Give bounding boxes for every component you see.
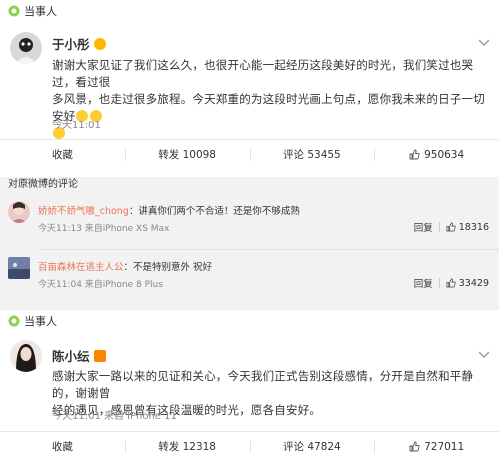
comment-meta: 今天11:04 来自iPhone 8 Plus (38, 280, 163, 290)
comment-section-header: 对原微博的评论 (8, 179, 78, 190)
favorite-label: 收藏 (51, 441, 73, 453)
comment-text: 娇娇不娇气嗷_chong：讲真你们两个不合适！还是你不够成熟 (38, 203, 300, 217)
comment-button[interactable]: 评论 53455 (249, 140, 375, 169)
thumbs-up-icon (446, 222, 456, 232)
chevron-down-icon[interactable] (477, 38, 491, 48)
post-text: 谢谢大家见证了我们这么久，也很开心能一起经历这段美好的时光，我们笑过也哭过，看过… (52, 57, 489, 142)
repost-button[interactable]: 转发 10098 (124, 140, 250, 169)
tag-icon (8, 5, 20, 17)
comment-actions: 回复 33429 (414, 276, 489, 291)
thumbs-up-icon (446, 278, 456, 288)
author-name[interactable]: 陈小纭 (52, 346, 106, 365)
repost-label: 转发 12318 (158, 441, 216, 453)
post-text-line: 感谢大家一路以来的见证和关心，今天我们正式告别这段感情，分开是自然和平静的，谢谢… (52, 369, 474, 400)
like-button[interactable]: 727011 (374, 432, 499, 461)
comment-avatar[interactable] (8, 257, 30, 279)
vip-badge-icon (93, 37, 106, 50)
comment-user[interactable]: 百亩森林在逃主人公 (38, 262, 124, 273)
section-gap (0, 301, 499, 310)
action-bar: 收藏 转发 10098 评论 53455 950634 (0, 139, 499, 169)
like-count: 950634 (424, 148, 465, 161)
post-time: 今天11:01 来自 iPhone 11 (52, 411, 177, 422)
post-tag: 当事人 (0, 0, 499, 22)
repost-label: 转发 10098 (158, 149, 216, 161)
comment-actions: 回复 18316 (414, 220, 489, 235)
divider (438, 278, 440, 288)
like-count: 727011 (424, 440, 465, 453)
divider (38, 249, 499, 250)
comment-label: 评论 53455 (283, 149, 341, 161)
comment-item: 百亩森林在逃主人公：不是特别意外 祝好 今天11:04 来自iPhone 8 P… (0, 253, 499, 299)
reply-button[interactable]: 回复 (414, 220, 433, 234)
comment-label: 评论 47824 (283, 441, 341, 453)
author-name-text[interactable]: 于小彤 (52, 34, 90, 53)
comment-body: ：讲真你们两个不合适！还是你不够成熟 (128, 206, 300, 217)
action-bar: 收藏 转发 12318 评论 47824 727011 (0, 431, 499, 461)
comment-like-button[interactable]: 33429 (446, 278, 489, 289)
comment-button[interactable]: 评论 47824 (249, 432, 375, 461)
divider (438, 222, 440, 232)
author-name-text[interactable]: 陈小纭 (52, 346, 90, 365)
comment-section: 对原微博的评论 娇娇不娇气嗷_chong：讲真你们两个不合适！还是你不够成熟 今… (0, 177, 499, 301)
post-card-1: 当事人 于小彤 谢谢大家见证了我们这么久，也很开心能一起经历这段美好的时光，我们… (0, 0, 499, 170)
chevron-down-icon[interactable] (477, 350, 491, 360)
repost-button[interactable]: 转发 12318 (124, 432, 250, 461)
comment-avatar[interactable] (8, 201, 30, 223)
post-tag: 当事人 (0, 310, 499, 332)
comment-meta: 今天11:13 来自iPhone XS Max (38, 224, 170, 234)
post-card-2: 当事人 陈小纭 感谢大家一路以来的见证和关心，今天我们正式告别这段感情，分开是自… (0, 310, 499, 464)
tag-label: 当事人 (24, 315, 57, 328)
post-text-line: 多风景，也走过很多旅程。今天郑重的为这段时光画上句点，愿你我未来的日子一切安好 (52, 92, 485, 123)
favorite-button[interactable]: 收藏 (0, 140, 125, 169)
thumbs-up-icon (409, 441, 420, 452)
comment-like-count: 18316 (458, 221, 489, 233)
vip-badge-icon (93, 349, 106, 362)
author-name[interactable]: 于小彤 (52, 34, 106, 53)
tag-label: 当事人 (24, 5, 57, 18)
favorite-button[interactable]: 收藏 (0, 432, 125, 461)
avatar[interactable] (10, 32, 42, 64)
avatar[interactable] (10, 340, 42, 372)
reply-button[interactable]: 回复 (414, 276, 433, 290)
post-time: 今天11:01 (52, 120, 101, 131)
like-button[interactable]: 950634 (374, 140, 499, 169)
comment-user[interactable]: 娇娇不娇气嗷_chong (38, 206, 129, 217)
favorite-label: 收藏 (51, 149, 73, 161)
comment-body: ：不是特别意外 祝好 (123, 262, 213, 273)
tag-icon (8, 315, 20, 327)
post-text-line: 谢谢大家见证了我们这么久，也很开心能一起经历这段美好的时光，我们笑过也哭过，看过… (52, 58, 474, 89)
thumbs-up-icon (409, 149, 420, 160)
comment-like-count: 33429 (458, 277, 489, 289)
comment-text: 百亩森林在逃主人公：不是特别意外 祝好 (38, 259, 212, 273)
comment-item: 娇娇不娇气嗷_chong：讲真你们两个不合适！还是你不够成熟 今天11:13 来… (0, 197, 499, 249)
comment-like-button[interactable]: 18316 (446, 222, 489, 233)
